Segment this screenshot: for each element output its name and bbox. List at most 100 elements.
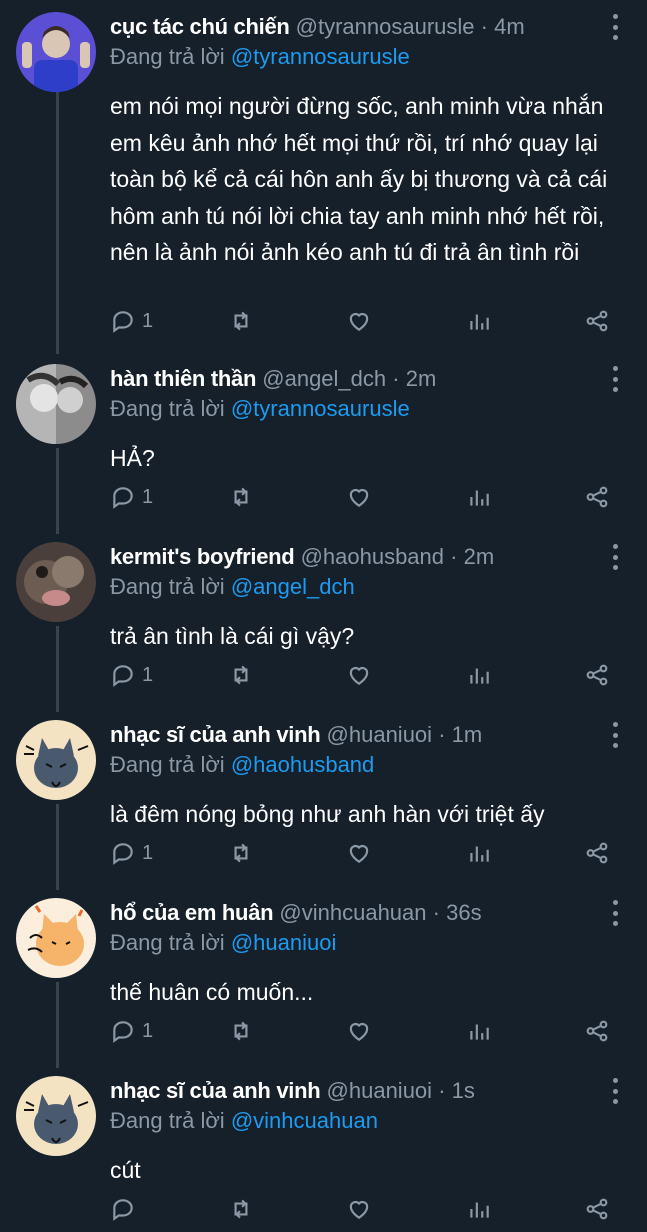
like-button[interactable] [346, 306, 372, 336]
display-name[interactable]: kermit's boyfriend [110, 544, 295, 569]
reply-button[interactable]: 1 [110, 306, 153, 336]
timestamp[interactable]: 1s [452, 1078, 475, 1103]
timestamp[interactable]: 1m [452, 722, 483, 747]
like-button[interactable] [346, 482, 372, 512]
separator: · [392, 366, 400, 391]
user-handle[interactable]: @haohusband [301, 544, 444, 569]
user-handle[interactable]: @angel_dch [262, 366, 386, 391]
tweet-text: HẢ? [110, 445, 155, 471]
share-button[interactable] [584, 482, 610, 512]
like-button[interactable] [346, 660, 372, 690]
reply-icon [113, 311, 133, 333]
replying-to-handle[interactable]: @huaniuoi [231, 930, 337, 955]
reply-button[interactable]: 1 [110, 482, 153, 512]
replying-to-handle[interactable]: @tyrannosaurusle [231, 396, 410, 421]
retweet-icon [234, 1199, 248, 1219]
avatar[interactable] [16, 364, 96, 444]
retweet-button[interactable] [228, 838, 254, 868]
timestamp[interactable]: 36s [446, 900, 481, 925]
reply-count: 1 [142, 663, 154, 686]
tweet[interactable]: nhạc sĩ của anh vinh @huaniuoi · 1s Đang… [0, 1076, 647, 1232]
tweet[interactable]: nhạc sĩ của anh vinh @huaniuoi · 1m Đang… [0, 720, 647, 880]
like-button[interactable] [346, 838, 372, 868]
avatar[interactable] [16, 898, 96, 978]
replying-to-handle[interactable]: @tyrannosaurusle [231, 44, 410, 69]
share-button[interactable] [584, 838, 610, 868]
reply-count: 1 [142, 1019, 154, 1042]
display-name[interactable]: hàn thiên thần [110, 366, 256, 391]
display-name[interactable]: hổ của em huân [110, 900, 274, 925]
display-name[interactable]: nhạc sĩ của anh vinh [110, 1078, 321, 1103]
avatar[interactable] [16, 12, 96, 92]
tweet-actions: 1 [110, 306, 617, 336]
avatar[interactable] [16, 720, 96, 800]
replying-to: Đang trả lời @huaniuoi [110, 928, 336, 958]
analytics-button[interactable] [466, 838, 492, 868]
avatar[interactable] [16, 1076, 96, 1156]
retweet-button[interactable] [228, 306, 254, 336]
reply-icon [113, 1199, 133, 1221]
display-name[interactable]: cục tác chú chiến [110, 14, 290, 39]
separator: · [432, 900, 440, 925]
replying-to-handle[interactable]: @haohusband [231, 752, 374, 777]
more-options-icon[interactable] [605, 1078, 625, 1104]
display-name[interactable]: nhạc sĩ của anh vinh [110, 722, 321, 747]
user-handle[interactable]: @huaniuoi [327, 722, 433, 747]
reply-count: 1 [142, 309, 154, 332]
share-button[interactable] [584, 1194, 610, 1224]
tweet[interactable]: kermit's boyfriend @haohusband · 2m Đang… [0, 542, 647, 702]
avatar[interactable] [16, 542, 96, 622]
retweet-button[interactable] [228, 660, 254, 690]
tweet[interactable]: hàn thiên thần @angel_dch · 2m Đang trả … [0, 364, 647, 524]
reply-button[interactable]: 1 [110, 1016, 153, 1046]
tweet[interactable]: hổ của em huân @vinhcuahuan · 36s Đang t… [0, 898, 647, 1058]
user-handle[interactable]: @tyrannosaurusle [296, 14, 475, 39]
reply-button[interactable]: 1 [110, 838, 153, 868]
retweet-icon [234, 1021, 248, 1041]
retweet-button[interactable] [228, 1016, 254, 1046]
replying-to: Đang trả lời @vinhcuahuan [110, 1106, 378, 1136]
share-button[interactable] [584, 1016, 610, 1046]
reply-count: 1 [142, 841, 154, 864]
analytics-button[interactable] [466, 306, 492, 336]
analytics-button[interactable] [466, 1016, 492, 1046]
more-options-icon[interactable] [605, 722, 625, 748]
retweet-icon [234, 665, 248, 685]
reply-button[interactable] [110, 1194, 142, 1224]
more-options-icon[interactable] [605, 366, 625, 392]
timestamp[interactable]: 2m [464, 544, 495, 569]
heart-icon [349, 488, 369, 507]
retweet-button[interactable] [228, 482, 254, 512]
analytics-button[interactable] [466, 1194, 492, 1224]
user-handle[interactable]: @vinhcuahuan [279, 900, 426, 925]
more-options-icon[interactable] [605, 900, 625, 926]
share-icon [586, 1020, 608, 1042]
heart-icon [349, 844, 369, 863]
analytics-button[interactable] [466, 660, 492, 690]
like-button[interactable] [346, 1194, 372, 1224]
retweet-icon [234, 311, 248, 331]
tweet-actions: 1 [110, 1016, 617, 1046]
tweet-text: em nói mọi người đừng sốc, anh minh vừa … [110, 93, 608, 265]
separator: · [438, 1078, 446, 1103]
replying-to-handle[interactable]: @angel_dch [231, 574, 355, 599]
retweet-button[interactable] [228, 1194, 254, 1224]
reply-count: 1 [142, 485, 154, 508]
analytics-button[interactable] [466, 482, 492, 512]
like-button[interactable] [346, 1016, 372, 1046]
replying-to-label: Đang trả lời [110, 1108, 225, 1133]
share-button[interactable] [584, 306, 610, 336]
more-options-icon[interactable] [605, 544, 625, 570]
timestamp[interactable]: 4m [494, 14, 525, 39]
heart-icon [349, 666, 369, 685]
share-button[interactable] [584, 660, 610, 690]
separator: · [438, 722, 446, 747]
replying-to-handle[interactable]: @vinhcuahuan [231, 1108, 378, 1133]
reply-button[interactable]: 1 [110, 660, 153, 690]
share-icon [586, 664, 608, 686]
more-options-icon[interactable] [605, 14, 625, 40]
user-handle[interactable]: @huaniuoi [327, 1078, 433, 1103]
tweet[interactable]: cục tác chú chiến @tyrannosaurusle · 4m … [0, 12, 647, 342]
tweet-actions [110, 1194, 617, 1224]
timestamp[interactable]: 2m [406, 366, 437, 391]
